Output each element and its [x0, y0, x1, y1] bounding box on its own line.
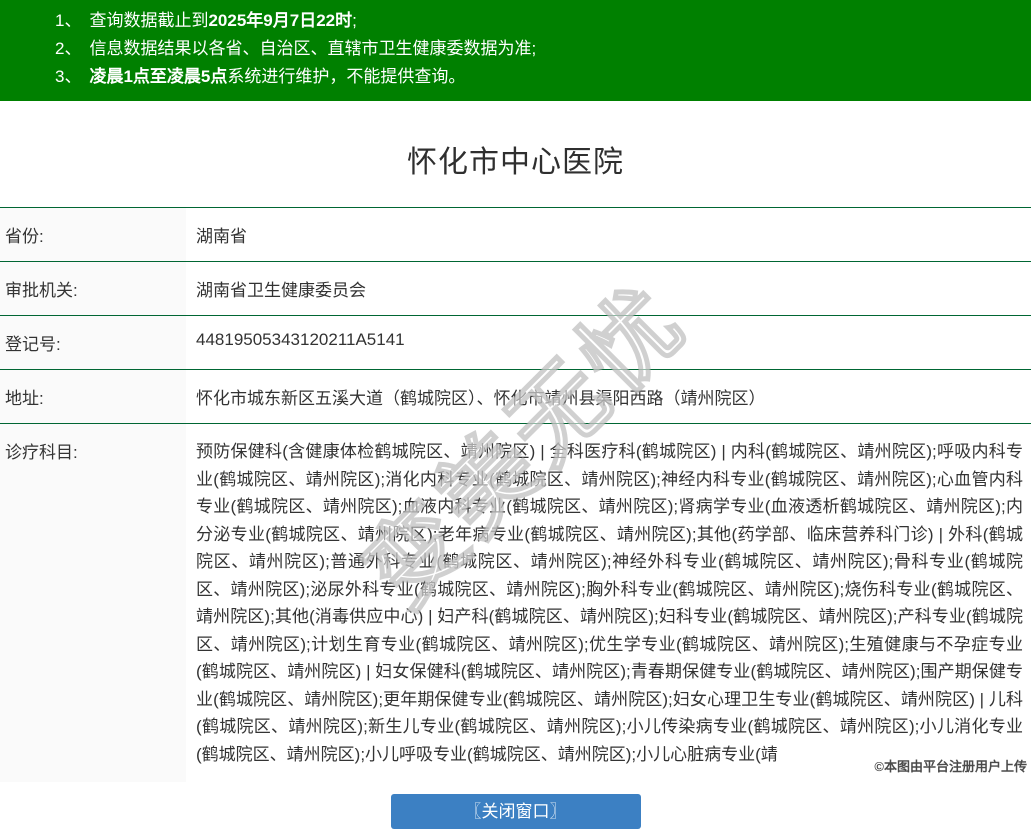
- province-label: 省份:: [0, 207, 186, 262]
- table-row-address: 地址: 怀化市城东新区五溪大道（鹤城院区）、怀化市靖州县渠阳西路（靖州院区）: [0, 369, 1031, 424]
- upload-credit-text: ©本图由平台注册用户上传: [874, 759, 1027, 774]
- departments-text: 预防保健科(含健康体检鹤城院区、靖州院区) | 全科医疗科(鹤城院区) | 内科…: [196, 442, 1023, 764]
- notice-text: 查询数据截止到: [89, 11, 209, 30]
- page-title: 怀化市中心医院: [407, 146, 624, 179]
- notice-number: 3、: [55, 67, 82, 86]
- notice-text-bold: 凌晨1点至凌晨5点: [89, 67, 228, 86]
- province-value: 湖南省: [186, 207, 1031, 262]
- notice-banner: 1、 查询数据截止到2025年9月7日22时; 2、 信息数据结果以各省、自治区、直…: [0, 0, 1031, 101]
- notice-number: 2、: [55, 39, 82, 58]
- button-row: 〖关闭窗口〗: [0, 794, 1031, 829]
- hospital-info-table: 省份: 湖南省 审批机关: 湖南省卫生健康委员会 登记号: 4481950534…: [0, 207, 1031, 782]
- close-window-button[interactable]: 〖关闭窗口〗: [390, 794, 641, 829]
- notice-number: 1、: [55, 11, 82, 30]
- registration-number-label: 登记号:: [0, 315, 186, 370]
- address-value: 怀化市城东新区五溪大道（鹤城院区）、怀化市靖州县渠阳西路（靖州院区）: [186, 369, 1031, 424]
- table-row-departments: 诊疗科目: 预防保健科(含健康体检鹤城院区、靖州院区) | 全科医疗科(鹤城院区…: [0, 423, 1031, 782]
- notice-text: 信息数据结果以各省、自治区、直辖市卫生健康委数据为准;: [89, 39, 537, 58]
- departments-value: 预防保健科(含健康体检鹤城院区、靖州院区) | 全科医疗科(鹤城院区) | 内科…: [186, 423, 1031, 782]
- address-label: 地址:: [0, 369, 186, 424]
- table-row-approval-authority: 审批机关: 湖南省卫生健康委员会: [0, 261, 1031, 316]
- notice-text-bold: 2025年9月7日22时: [208, 11, 353, 30]
- notice-line-2: 2、 信息数据结果以各省、自治区、直辖市卫生健康委数据为准;: [55, 35, 1021, 63]
- notice-line-1: 1、 查询数据截止到2025年9月7日22时;: [55, 7, 1021, 35]
- approval-authority-label: 审批机关:: [0, 261, 186, 316]
- notice-line-3: 3、 凌晨1点至凌晨5点系统进行维护，不能提供查询。: [55, 63, 1021, 91]
- departments-label: 诊疗科目:: [0, 423, 186, 782]
- registration-number-value: 44819505343120211A5141: [186, 315, 1031, 370]
- notice-text: 系统进行维护，不能提供查询。: [227, 67, 466, 86]
- table-row-registration-number: 登记号: 44819505343120211A5141: [0, 315, 1031, 370]
- notice-text: ;: [352, 11, 357, 30]
- table-row-province: 省份: 湖南省: [0, 207, 1031, 262]
- approval-authority-value: 湖南省卫生健康委员会: [186, 261, 1031, 316]
